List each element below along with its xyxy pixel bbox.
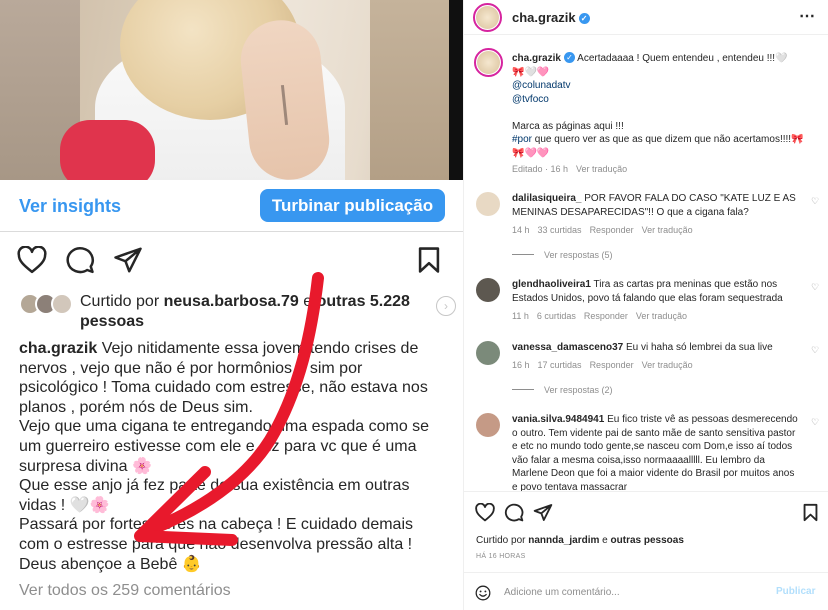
- phone-screenshot: Ver insights Turbinar publicação Curtido…: [0, 0, 463, 610]
- post-actions: Curtido por nannda_jardim e outras pesso…: [464, 491, 828, 610]
- comment-text: dalilasiqueira_ POR FAVOR FALA DO CASO "…: [512, 193, 796, 218]
- heart-icon[interactable]: [17, 246, 47, 274]
- bookmark-icon[interactable]: [802, 503, 819, 522]
- translate-link[interactable]: Ver tradução: [636, 311, 687, 321]
- avatar[interactable]: [476, 278, 500, 302]
- chevron-right-icon[interactable]: ›: [436, 296, 456, 316]
- reply-button[interactable]: Responder: [584, 311, 628, 321]
- view-all-comments-link[interactable]: Ver todos os 259 comentários: [19, 582, 231, 600]
- liked-others-link[interactable]: outras pessoas: [611, 535, 684, 546]
- likes-summary: Curtido por nannda_jardim e outras pesso…: [476, 535, 684, 546]
- liked-by-user[interactable]: neusa.barbosa.79: [164, 293, 299, 310]
- avatar[interactable]: [474, 48, 503, 77]
- comment-text: glendhaoliveira1 Tira as cartas pra meni…: [512, 279, 783, 304]
- liked-by-label: Curtido por: [80, 293, 164, 310]
- share-icon[interactable]: [113, 246, 143, 274]
- comment-meta: 11 h 6 curtidas Responder Ver tradução: [512, 311, 695, 321]
- hashtag-link[interactable]: #por: [512, 134, 532, 145]
- publish-button[interactable]: Publicar: [776, 586, 815, 597]
- edited-label: Editado · 16 h: [512, 164, 569, 174]
- comment-username[interactable]: glendhaoliveira1: [512, 279, 591, 290]
- comment-username[interactable]: dalilasiqueira_: [512, 193, 581, 204]
- comment-username[interactable]: vania.silva.9484941: [512, 414, 604, 425]
- avatar[interactable]: [476, 192, 500, 216]
- comment-likes[interactable]: 6 curtidas: [537, 311, 576, 321]
- caption-meta: Editado · 16 h Ver tradução: [512, 164, 635, 174]
- likes-text: Curtido por neusa.barbosa.79 e outras 5.…: [80, 292, 440, 332]
- verified-icon: ✓: [578, 13, 590, 24]
- comment-text: vanessa_damasceno37 Eu vi haha só lembre…: [512, 342, 773, 353]
- verified-icon: ✓: [563, 52, 575, 63]
- post-header: cha.grazik ✓ ⋯: [464, 0, 828, 35]
- heart-icon[interactable]: ♡: [811, 345, 819, 356]
- post-detail-panel: cha.grazik ✓ ⋯ cha.grazik ✓ Acertadaaaa ! …: [463, 0, 828, 610]
- mention-link[interactable]: @colunadatv: [512, 80, 571, 91]
- reply-button[interactable]: Responder: [590, 360, 634, 370]
- liked-by-label: Curtido por: [476, 535, 529, 546]
- caption-text: Que esse anjo já fez parte de sua existê…: [19, 477, 410, 514]
- caption-text: Vejo que uma cigana te entregando uma es…: [19, 418, 430, 475]
- caption-text: Passará por fortes dores na cabeça ! E c…: [19, 516, 413, 553]
- mention-link[interactable]: @tvfoco: [512, 94, 549, 105]
- comment-meta: 14 h 33 curtidas Responder Ver tradução: [512, 225, 701, 235]
- caption-text: Deus abençoe a Bebê 👶: [19, 555, 202, 573]
- caption-text: Marca as páginas aqui !!!: [512, 120, 624, 132]
- liked-conjunction: e: [599, 535, 611, 546]
- caption-text: Acertadaaaa ! Quem entendeu , entendeu !…: [574, 53, 788, 64]
- comment-likes[interactable]: 33 curtidas: [538, 225, 582, 235]
- post-photo: [0, 0, 463, 180]
- caption: cha.grazik ✓ Acertadaaaa ! Quem entendeu …: [512, 52, 812, 160]
- heart-icon[interactable]: [475, 503, 495, 522]
- view-replies-button[interactable]: Ver respostas (2): [512, 385, 613, 395]
- emoji-icon[interactable]: [475, 585, 491, 601]
- comment-icon[interactable]: [504, 503, 524, 522]
- comment-time: 11 h: [512, 311, 529, 321]
- comment-likes[interactable]: 17 curtidas: [538, 360, 582, 370]
- comment-time: 16 h: [512, 360, 530, 370]
- heart-icon[interactable]: ♡: [811, 417, 819, 428]
- view-insights-link[interactable]: Ver insights: [19, 196, 121, 217]
- comment-input[interactable]: [504, 583, 764, 601]
- avatar[interactable]: [476, 341, 500, 365]
- insights-bar: Ver insights Turbinar publicação: [0, 180, 463, 232]
- avatar[interactable]: [476, 413, 500, 437]
- liked-conjunction: e: [298, 293, 317, 310]
- translate-link[interactable]: Ver tradução: [576, 164, 627, 174]
- boost-post-button[interactable]: Turbinar publicação: [260, 189, 445, 222]
- comment-text: vania.silva.9484941 Eu fico triste vê as…: [512, 414, 798, 491]
- liker-avatars: [19, 293, 77, 315]
- view-replies-button[interactable]: Ver respostas (5): [512, 250, 613, 260]
- header-username[interactable]: cha.grazik ✓: [512, 10, 590, 25]
- post-caption: cha.grazik Vejo nitidamente essa jovem t…: [19, 339, 444, 574]
- liked-by-user[interactable]: nannda_jardim: [528, 535, 599, 546]
- translate-link[interactable]: Ver tradução: [642, 225, 693, 235]
- heart-icon[interactable]: ♡: [811, 282, 819, 293]
- heart-icon[interactable]: ♡: [811, 196, 819, 207]
- comment-time: 14 h: [512, 225, 530, 235]
- caption-username[interactable]: cha.grazik: [512, 53, 561, 64]
- comment-username[interactable]: vanessa_damasceno37: [512, 342, 623, 353]
- translate-link[interactable]: Ver tradução: [642, 360, 693, 370]
- avatar[interactable]: [473, 3, 502, 32]
- reply-button[interactable]: Responder: [590, 225, 634, 235]
- post-timestamp: HÁ 16 HORAS: [476, 553, 526, 560]
- caption-emojis: 🎀🤍🩷: [512, 66, 550, 78]
- share-icon[interactable]: [533, 503, 553, 522]
- bookmark-icon[interactable]: [416, 246, 442, 274]
- add-comment-bar: Publicar: [464, 572, 828, 610]
- comment-meta: 16 h 17 curtidas Responder Ver tradução: [512, 360, 701, 370]
- avatar: [51, 293, 73, 315]
- caption-text: que quero ver as que as que dizem que nã…: [512, 134, 804, 159]
- more-icon[interactable]: ⋯: [799, 6, 816, 26]
- comment-icon[interactable]: [65, 246, 95, 274]
- comments-list[interactable]: cha.grazik ✓ Acertadaaaa ! Quem entendeu …: [464, 36, 828, 491]
- caption-username[interactable]: cha.grazik: [19, 340, 97, 357]
